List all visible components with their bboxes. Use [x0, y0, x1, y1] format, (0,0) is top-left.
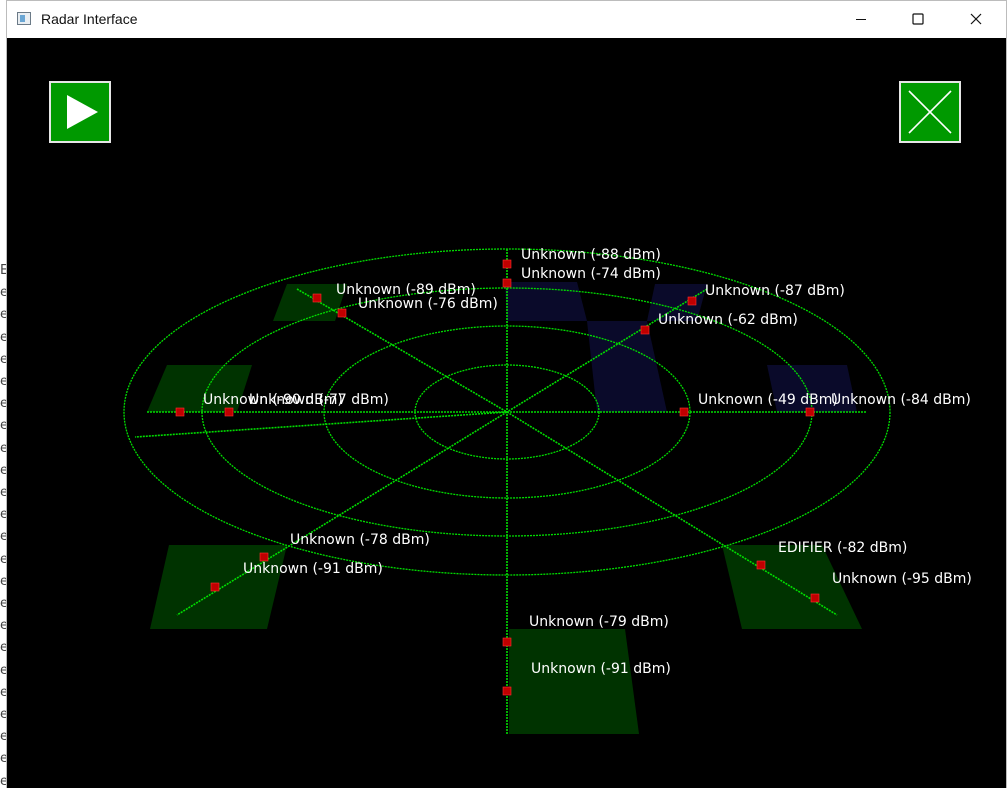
device-marker [805, 407, 815, 417]
device-label: Unknown (-49 dBm) [698, 392, 838, 408]
signal-zone [509, 629, 639, 734]
minimize-button[interactable] [838, 1, 884, 38]
device-marker [224, 407, 234, 417]
device-marker [502, 259, 512, 269]
title-bar[interactable]: Radar Interface [7, 1, 1006, 38]
device-marker [502, 686, 512, 696]
radar-canvas: Unknown (-88 dBm) Unknown (-74 dBm) Unknow… [7, 38, 1006, 788]
device-marker [756, 560, 766, 570]
close-icon [970, 13, 982, 25]
device-marker [337, 308, 347, 318]
device-marker [312, 293, 322, 303]
device-label: Unknown (-95 dBm) [832, 571, 972, 587]
device-label: Unknown (-74 dBm) [521, 266, 661, 282]
device-marker [687, 296, 697, 306]
radar-spoke [134, 411, 508, 438]
maximize-icon [912, 13, 924, 25]
maximize-button[interactable] [894, 1, 940, 38]
device-label: Unknown (-76 dBm) [358, 296, 498, 312]
radar-window: Radar Interface Unknown (-88 dBm) Unknown… [6, 0, 1007, 788]
device-label: Unknown (-87 dBm) [705, 283, 845, 299]
device-label: Unknown (-62 dBm) [658, 312, 798, 328]
minimize-icon [856, 19, 866, 20]
window-title: Radar Interface [41, 11, 138, 27]
radar-plot: Unknown (-88 dBm) Unknown (-74 dBm) Unknow… [123, 247, 972, 734]
device-marker [679, 407, 689, 417]
close-window-button[interactable] [952, 1, 998, 38]
stop-button[interactable] [899, 81, 961, 143]
signal-zone [587, 321, 667, 412]
device-label: Unknown (-84 dBm) [831, 392, 971, 408]
device-marker [175, 407, 185, 417]
device-label: Unknown (-88 dBm) [521, 247, 661, 263]
device-label: Unknown (-79 dBm) [529, 614, 669, 630]
device-marker [259, 552, 269, 562]
device-marker [640, 325, 650, 335]
device-marker [502, 637, 512, 647]
device-marker [502, 278, 512, 288]
device-label: Unknown (-91 dBm) [531, 661, 671, 677]
device-label: Unknown (-78 dBm) [290, 532, 430, 548]
play-icon [67, 95, 98, 129]
close-x-icon [908, 90, 952, 134]
device-label: EDIFIER (-82 dBm) [778, 540, 907, 556]
device-marker [210, 582, 220, 592]
device-label: Unknown (-77 dBm) [249, 392, 389, 408]
device-label: Unknown (-91 dBm) [243, 561, 383, 577]
app-icon [17, 12, 31, 25]
play-button[interactable] [49, 81, 111, 143]
device-marker [810, 593, 820, 603]
